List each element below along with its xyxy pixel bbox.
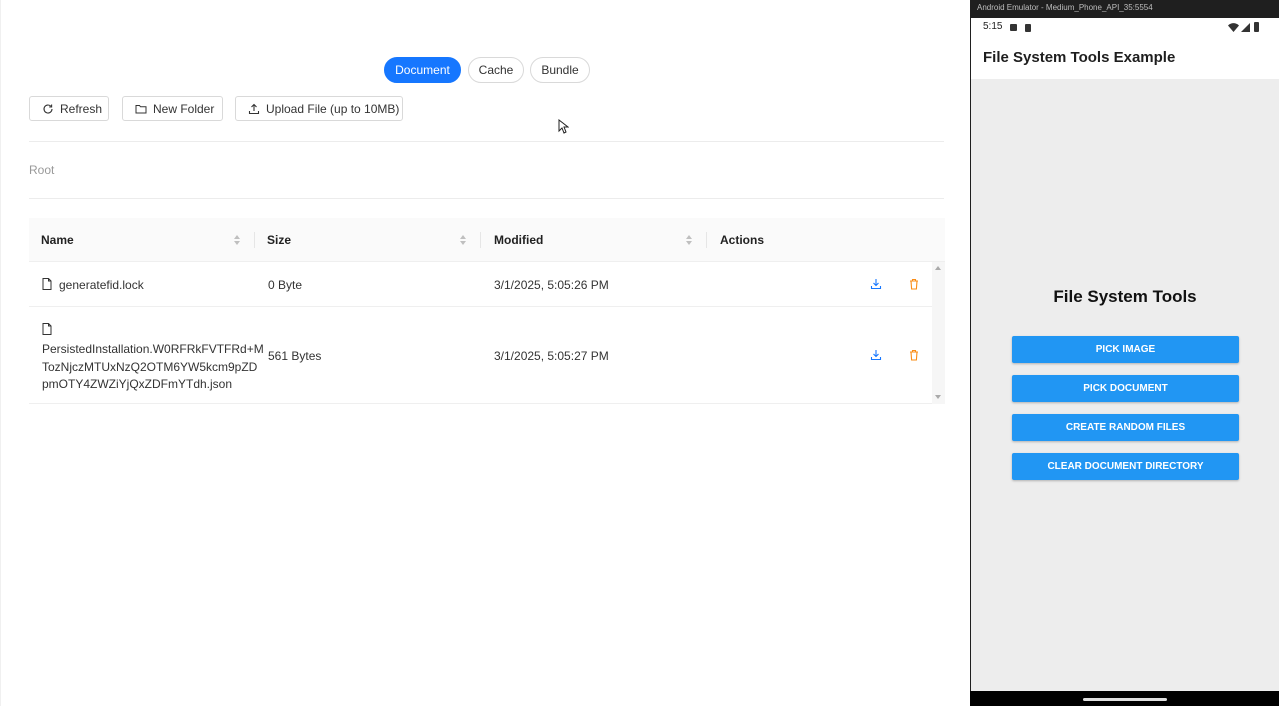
create-random-files-button[interactable]: CREATE RANDOM FILES (1012, 414, 1239, 441)
file-modified: 3/1/2025, 5:05:26 PM (494, 278, 609, 292)
pick-document-button[interactable]: PICK DOCUMENT (1012, 375, 1239, 402)
table-header: Name Size Modified Actions (29, 218, 945, 262)
refresh-button[interactable]: Refresh (29, 96, 109, 121)
file-name[interactable]: generatefid.lock (59, 278, 144, 292)
column-header-name[interactable]: Name (41, 218, 74, 262)
mouse-cursor-icon (558, 119, 569, 134)
sd-card-icon (1025, 24, 1031, 32)
segment-bundle[interactable]: Bundle (530, 57, 590, 83)
file-icon (42, 278, 52, 290)
file-icon (42, 323, 52, 335)
notification-icon (1010, 24, 1017, 31)
file-name[interactable]: PersistedInstallation.W0RFRkFVTFRd+M Toz… (42, 341, 264, 394)
refresh-icon (43, 103, 53, 114)
pick-image-button[interactable]: PICK IMAGE (1012, 336, 1239, 363)
delete-icon[interactable] (908, 349, 920, 361)
file-table: Name Size Modified Actions generatefid.l… (29, 218, 945, 404)
download-icon[interactable] (870, 349, 882, 361)
download-icon[interactable] (870, 278, 882, 290)
navigation-bar (970, 691, 1279, 706)
phone-screen: 5:15 File System Tools Example File Syst… (971, 18, 1279, 691)
delete-icon[interactable] (908, 278, 920, 290)
sort-icon[interactable] (685, 233, 693, 247)
table-row[interactable]: PersistedInstallation.W0RFRkFVTFRd+M Toz… (29, 307, 945, 404)
new-folder-label: New Folder (153, 101, 215, 116)
signal-icon (1241, 23, 1250, 32)
battery-icon (1254, 22, 1259, 32)
status-bar: 5:15 (971, 18, 1279, 38)
file-modified: 3/1/2025, 5:05:27 PM (494, 349, 609, 363)
upload-file-button[interactable]: Upload File (up to 10MB) (235, 96, 403, 121)
divider (29, 141, 944, 142)
column-header-modified[interactable]: Modified (494, 218, 543, 262)
column-header-size[interactable]: Size (267, 218, 291, 262)
sort-icon[interactable] (233, 233, 241, 247)
file-size: 561 Bytes (268, 349, 322, 363)
scroll-down-icon[interactable] (935, 395, 941, 399)
android-emulator-window: Android Emulator - Medium_Phone_API_35:5… (970, 0, 1279, 706)
home-gesture-handle[interactable] (1083, 698, 1167, 701)
file-browser-panel: Document Cache Bundle Refresh New Folder… (0, 0, 970, 706)
segment-cache[interactable]: Cache (468, 57, 524, 83)
app-bar: File System Tools Example (971, 38, 1279, 79)
column-header-actions: Actions (720, 233, 765, 247)
table-scrollbar[interactable] (932, 262, 945, 404)
refresh-label: Refresh (60, 101, 103, 116)
scroll-up-icon[interactable] (935, 266, 941, 270)
status-time: 5:15 (983, 21, 1003, 32)
segment-document[interactable]: Document (384, 57, 461, 83)
file-size: 0 Byte (268, 278, 303, 292)
upload-icon (248, 103, 260, 114)
folder-icon (135, 104, 147, 113)
emulator-title: Android Emulator - Medium_Phone_API_35:5… (977, 3, 1153, 12)
clear-document-directory-button[interactable]: CLEAR DOCUMENT DIRECTORY (1012, 453, 1239, 480)
wifi-icon (1228, 23, 1239, 32)
table-row[interactable]: generatefid.lock 0 Byte 3/1/2025, 5:05:2… (29, 262, 945, 307)
breadcrumb[interactable]: Root (29, 163, 54, 177)
screen-heading: File System Tools (1053, 287, 1197, 306)
new-folder-button[interactable]: New Folder (122, 96, 223, 121)
app-title: File System Tools Example (983, 49, 1176, 66)
divider (29, 198, 944, 199)
upload-file-label: Upload File (up to 10MB) (266, 101, 400, 116)
sort-icon[interactable] (459, 233, 467, 247)
